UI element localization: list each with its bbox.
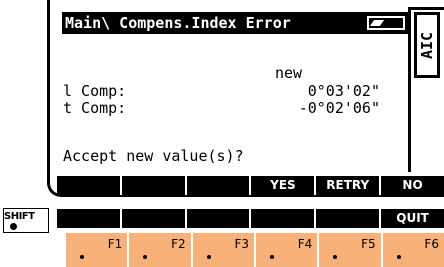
f5-dot-icon — [333, 255, 338, 259]
row-value-t-comp: -0°02'06" — [298, 99, 380, 117]
side-panel-top-border — [408, 7, 444, 10]
shift-softkey-3[interactable] — [187, 209, 252, 228]
f3-dot-icon — [206, 255, 211, 259]
accept-prompt: Accept new value(s)? — [63, 147, 244, 165]
row-label-t-comp: t Comp: — [63, 99, 127, 117]
softkey-bar: YES RETRY NO — [57, 176, 444, 195]
row-label-l-comp: l Comp: — [63, 82, 127, 100]
no-button[interactable]: NO — [381, 176, 444, 195]
f4-key[interactable]: F4 — [256, 233, 320, 267]
column-header-new: new — [275, 64, 303, 82]
f5-key[interactable]: F5 — [319, 233, 383, 267]
f4-label: F4 — [297, 237, 313, 251]
yes-button[interactable]: YES — [251, 176, 317, 195]
shift-softkey-bar: QUIT — [57, 209, 444, 228]
f6-label: F6 — [424, 237, 439, 251]
retry-button[interactable]: RETRY — [316, 176, 382, 195]
f3-key[interactable]: F3 — [193, 233, 256, 267]
f2-label: F2 — [171, 237, 186, 251]
shift-softkey-5[interactable] — [316, 209, 382, 228]
shift-softkey-4[interactable] — [251, 209, 317, 228]
f1-key[interactable]: F1 — [66, 233, 130, 267]
shift-dot-icon — [10, 223, 17, 230]
f5-label: F5 — [361, 237, 376, 251]
quit-button[interactable]: QUIT — [381, 209, 444, 228]
softkey-2[interactable] — [122, 176, 187, 195]
shift-softkey-1[interactable] — [57, 209, 122, 228]
row-value-l-comp: 0°03'02" — [307, 82, 380, 100]
shift-softkey-2[interactable] — [122, 209, 187, 228]
f1-dot-icon — [80, 255, 84, 259]
f1-label: F1 — [107, 237, 123, 251]
f3-label: F3 — [234, 237, 249, 251]
f2-key[interactable]: F2 — [129, 233, 193, 267]
function-key-row: F1 F2 F3 F4 F5 F6 — [66, 233, 444, 267]
f6-dot-icon — [396, 255, 401, 259]
softkey-1[interactable] — [57, 176, 122, 195]
f4-dot-icon — [269, 255, 274, 259]
f6-key[interactable]: F6 — [383, 233, 444, 267]
side-panel-divider — [408, 7, 411, 172]
softkey-3[interactable] — [187, 176, 252, 195]
shift-key[interactable]: SHIFT — [3, 208, 49, 233]
page-title: Main\ Compens.Index Error — [65, 14, 291, 32]
aic-indicator-label: AIC — [418, 31, 436, 59]
battery-icon — [367, 16, 405, 30]
f2-dot-icon — [143, 255, 148, 259]
shift-label: SHIFT — [4, 211, 35, 222]
title-bar: Main\ Compens.Index Error — [62, 12, 408, 34]
